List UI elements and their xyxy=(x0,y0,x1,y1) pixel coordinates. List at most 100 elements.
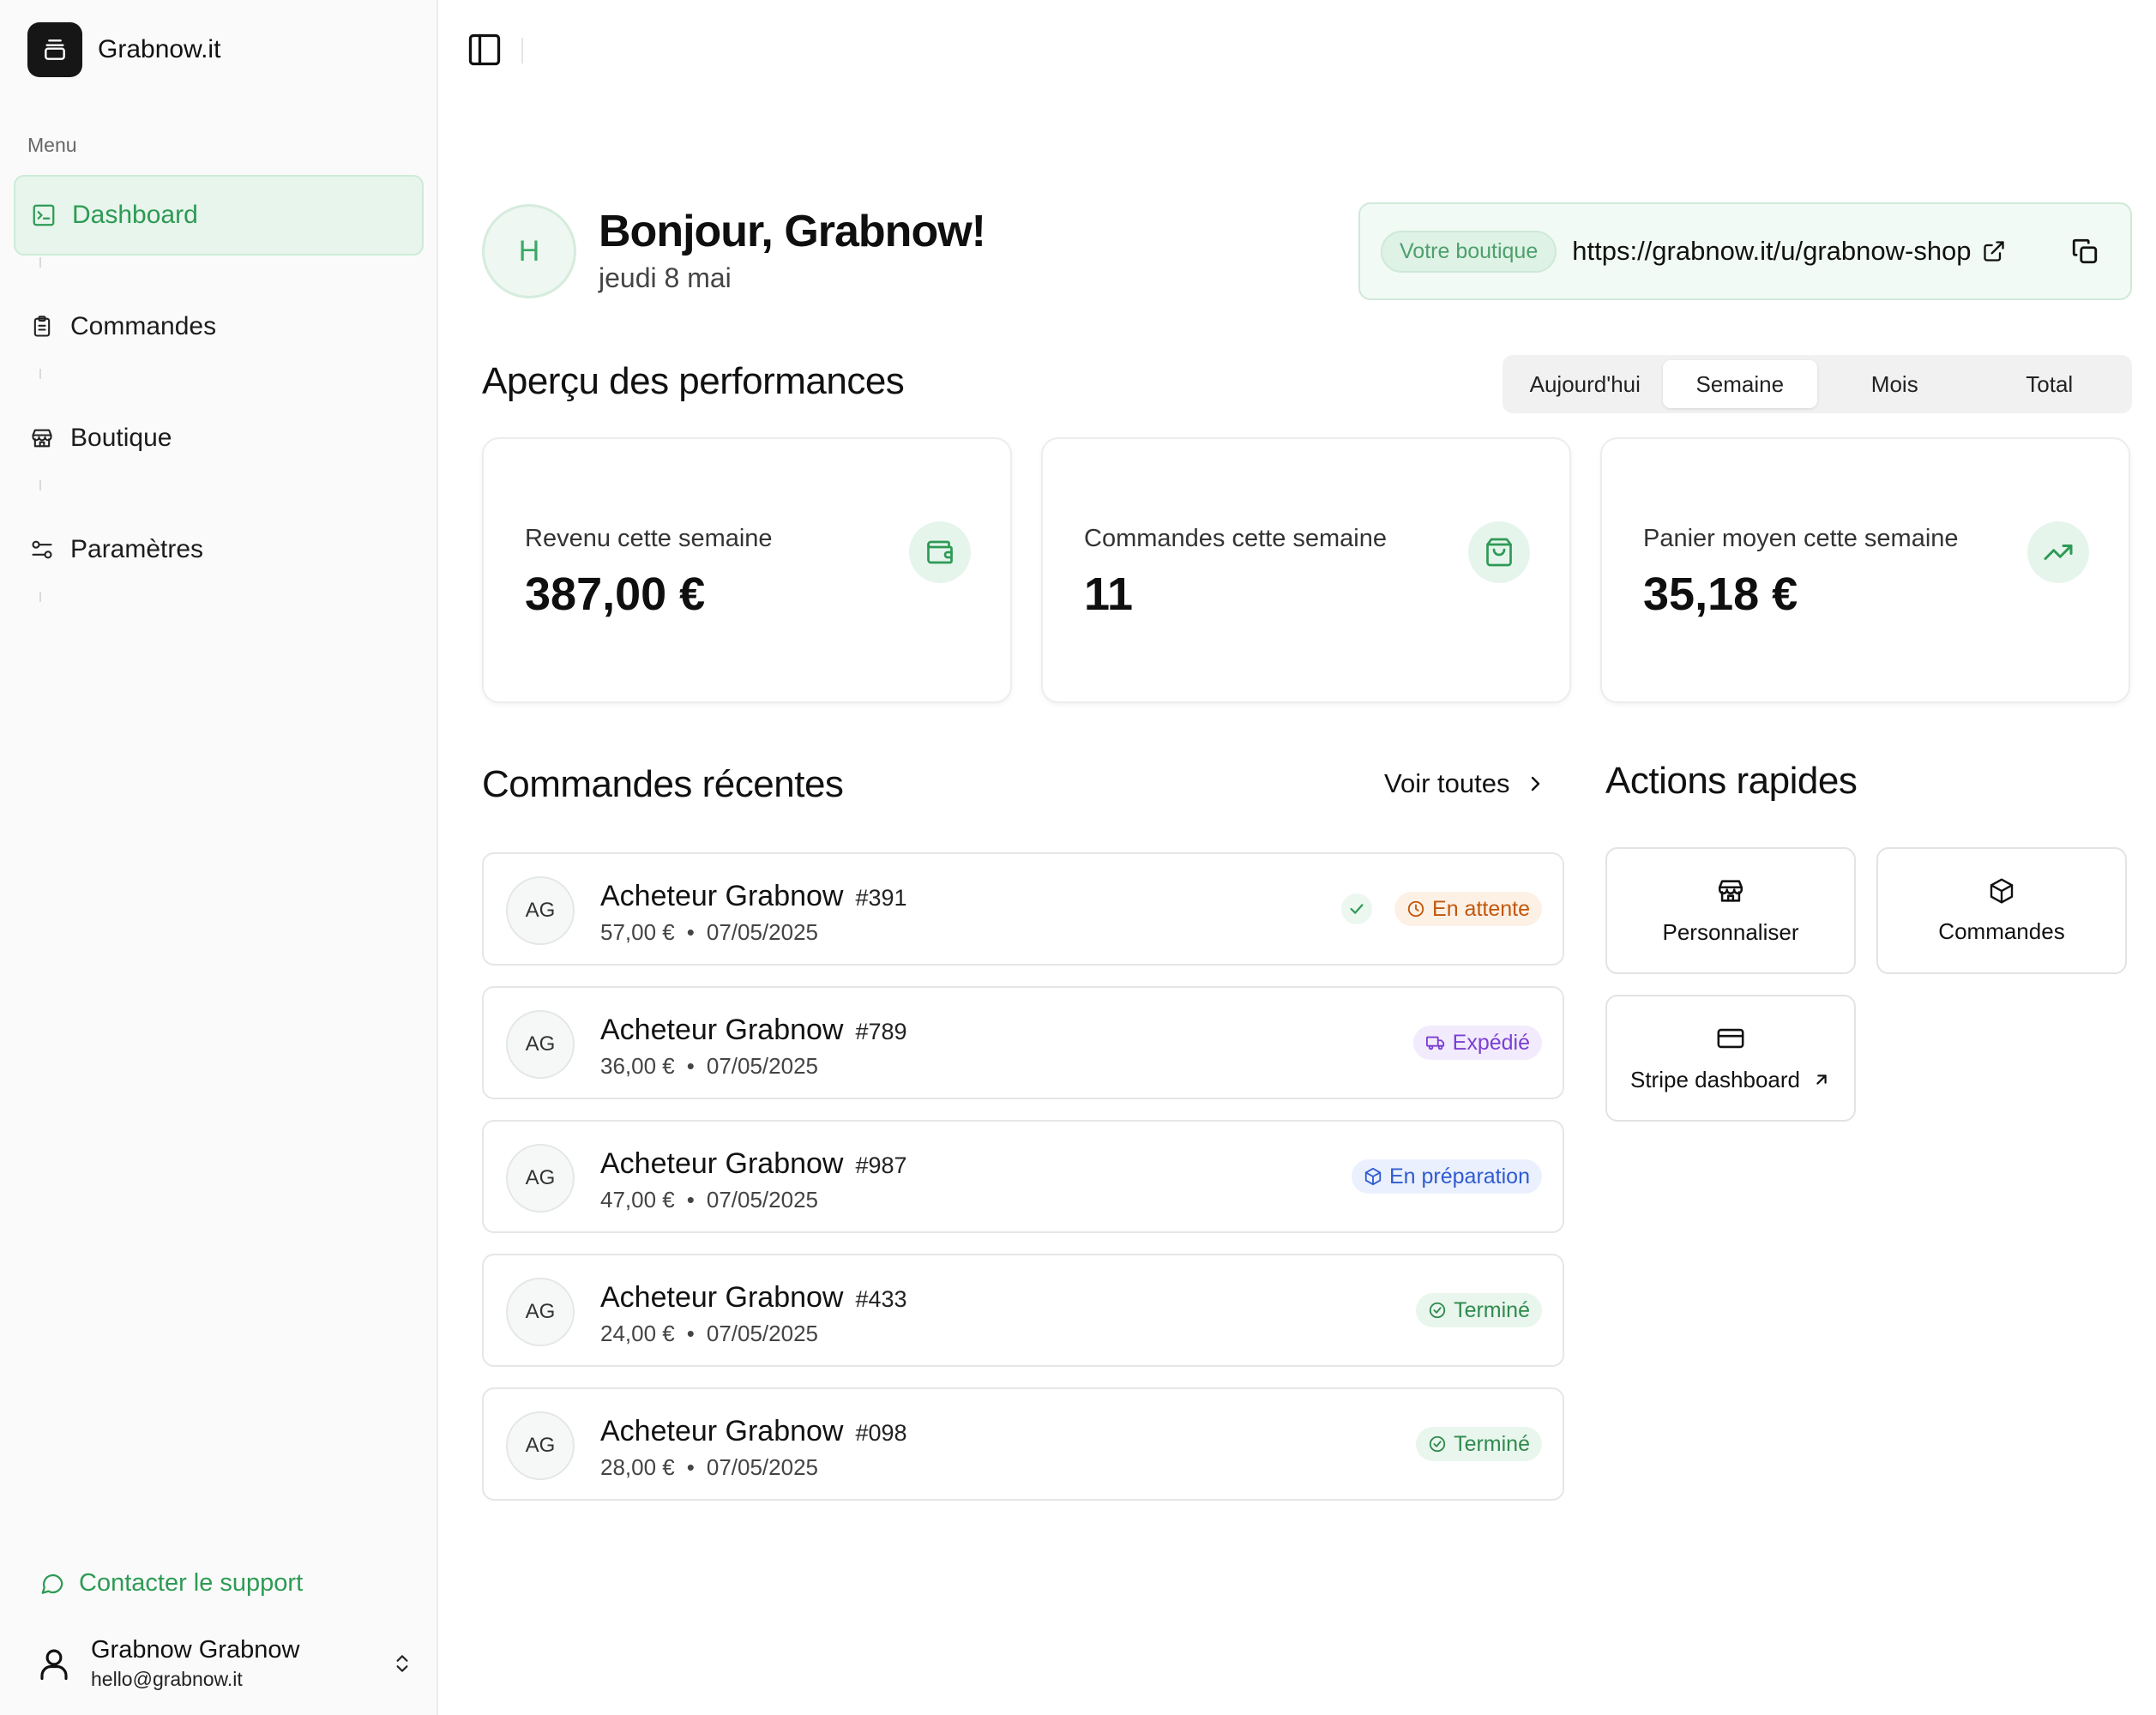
order-meta: 47,00 € • 07/05/2025 xyxy=(600,1187,818,1213)
quick-action-stripe-dashboard[interactable]: Stripe dashboard xyxy=(1605,995,1856,1122)
sidebar-toggle-button[interactable] xyxy=(466,31,503,69)
shop-badge: Votre boutique xyxy=(1381,230,1557,273)
shop-link-card: Votre boutique https://grabnow.it/u/grab… xyxy=(1358,202,2132,300)
performance-title: Aperçu des performances xyxy=(482,360,905,402)
brand-name: Grabnow.it xyxy=(98,35,221,63)
tab-mois[interactable]: Mois xyxy=(1817,360,1972,408)
order-row[interactable]: AG Acheteur Grabnow #987 47,00 € • 07/05/20… xyxy=(482,1120,1564,1233)
quick-action-label: Stripe dashboard xyxy=(1629,1066,1801,1092)
customer-name: Acheteur Grabnow xyxy=(600,1147,844,1180)
stat-card-average-basket: Panier moyen cette semaine 35,18 € xyxy=(1600,437,2130,703)
arrow-up-right-icon xyxy=(1812,1070,1831,1089)
stat-card-revenue: Revenu cette semaine 387,00 € xyxy=(482,437,1012,703)
stat-card-orders: Commandes cette semaine 11 xyxy=(1041,437,1571,703)
order-customer: Acheteur Grabnow #433 xyxy=(600,1281,907,1315)
quick-action-commandes[interactable]: Commandes xyxy=(1876,847,2127,974)
customer-name: Acheteur Grabnow xyxy=(600,1014,844,1046)
separator-dot: • xyxy=(686,919,695,945)
order-id: #391 xyxy=(855,885,907,911)
sidebar-item-boutique[interactable]: Boutique xyxy=(14,398,424,478)
order-row[interactable]: AG Acheteur Grabnow #789 36,00 € • 07/05/20… xyxy=(482,986,1564,1099)
order-amount: 47,00 € xyxy=(600,1187,675,1213)
panel-left-icon xyxy=(466,31,503,69)
current-date: jeudi 8 mai xyxy=(599,262,732,293)
stat-label: Revenu cette semaine xyxy=(525,525,773,552)
sidebar-item-label: Dashboard xyxy=(72,201,198,229)
order-date: 07/05/2025 xyxy=(706,1454,818,1480)
status-badge: En préparation xyxy=(1351,1159,1542,1194)
order-row[interactable]: AG Acheteur Grabnow #391 57,00 € • 07/05/20… xyxy=(482,852,1564,966)
avatar: H xyxy=(482,204,576,298)
external-link-icon[interactable] xyxy=(1982,239,2006,263)
customer-name: Acheteur Grabnow xyxy=(600,880,844,912)
order-amount: 28,00 € xyxy=(600,1454,675,1480)
copy-icon[interactable] xyxy=(2070,237,2099,266)
brand-logo-icon xyxy=(27,22,82,77)
nav-divider xyxy=(39,257,41,268)
status-badge: Expédié xyxy=(1412,1026,1542,1060)
order-row[interactable]: AG Acheteur Grabnow #098 28,00 € • 07/05/20… xyxy=(482,1387,1564,1501)
customer-avatar: AG xyxy=(506,876,575,945)
status-label: En attente xyxy=(1432,896,1530,921)
status-badge: Terminé xyxy=(1416,1293,1542,1327)
quick-action-label: Personnaliser xyxy=(1662,918,1799,945)
order-customer: Acheteur Grabnow #098 xyxy=(600,1415,907,1448)
store-icon xyxy=(29,425,55,451)
period-tabs: Aujourd'hui Semaine Mois Total xyxy=(1503,355,2132,413)
stat-value: 11 xyxy=(1084,569,1134,620)
status-label: Terminé xyxy=(1454,1431,1530,1456)
order-row[interactable]: AG Acheteur Grabnow #433 24,00 € • 07/05/20… xyxy=(482,1254,1564,1367)
clock-icon xyxy=(1406,900,1432,918)
tab-total[interactable]: Total xyxy=(1972,360,2128,408)
sidebar-item-label: Paramètres xyxy=(70,535,204,563)
tab-semaine[interactable]: Semaine xyxy=(1662,360,1817,408)
quick-action-label-row: Stripe dashboard xyxy=(1630,1067,1831,1093)
shop-url-link[interactable]: https://grabnow.it/u/grabnow-shop xyxy=(1572,236,1971,267)
order-id: #987 xyxy=(855,1152,907,1178)
message-circle-icon xyxy=(39,1571,65,1597)
see-all-orders-link[interactable]: Voir toutes xyxy=(1384,768,1545,799)
tab-aujourdhui[interactable]: Aujourd'hui xyxy=(1508,360,1663,408)
check-icon[interactable] xyxy=(1341,894,1372,924)
menu-label: Menu xyxy=(27,134,77,156)
order-id: #433 xyxy=(855,1286,907,1312)
chevrons-up-down-icon[interactable] xyxy=(391,1650,413,1677)
page-title: Bonjour, Grabnow! xyxy=(599,207,986,256)
check-circle-icon xyxy=(1428,1301,1454,1320)
credit-card-icon xyxy=(1716,1024,1745,1053)
order-date: 07/05/2025 xyxy=(706,919,818,945)
user-info: Grabnow Grabnow hello@grabnow.it xyxy=(91,1636,391,1691)
order-meta: 36,00 € • 07/05/2025 xyxy=(600,1053,818,1080)
order-amount: 36,00 € xyxy=(600,1053,675,1079)
customer-name: Acheteur Grabnow xyxy=(600,1415,844,1447)
separator-dot: • xyxy=(686,1454,695,1480)
trending-up-icon xyxy=(2027,521,2089,583)
stat-value: 387,00 € xyxy=(525,569,706,620)
package-icon xyxy=(1988,877,2015,905)
quick-action-personnaliser[interactable]: Personnaliser xyxy=(1605,847,1856,974)
status-label: Terminé xyxy=(1454,1297,1530,1322)
customer-avatar: AG xyxy=(506,1010,575,1079)
clipboard-icon xyxy=(29,314,55,340)
sidebar-item-label: Commandes xyxy=(70,312,217,340)
order-id: #789 xyxy=(855,1019,907,1044)
user-menu[interactable]: Grabnow Grabnow hello@grabnow.it xyxy=(36,1634,413,1694)
recent-orders-title: Commandes récentes xyxy=(482,763,844,805)
sidebar-item-parametres[interactable]: Paramètres xyxy=(14,509,424,590)
order-customer: Acheteur Grabnow #987 xyxy=(600,1147,907,1181)
sidebar-item-commandes[interactable]: Commandes xyxy=(14,286,424,367)
separator-dot: • xyxy=(686,1053,695,1079)
sidebar-item-dashboard[interactable]: Dashboard xyxy=(14,175,424,256)
store-icon xyxy=(1716,876,1745,906)
brand[interactable]: Grabnow.it xyxy=(27,22,220,77)
separator-dot: • xyxy=(686,1321,695,1346)
order-id: #098 xyxy=(855,1420,907,1446)
customer-avatar: AG xyxy=(506,1411,575,1480)
customer-avatar: AG xyxy=(506,1278,575,1346)
customer-name: Acheteur Grabnow xyxy=(600,1281,844,1314)
toolbar-divider xyxy=(521,38,523,63)
order-date: 07/05/2025 xyxy=(706,1321,818,1346)
truck-icon xyxy=(1425,1033,1453,1052)
contact-support-link[interactable]: Contacter le support xyxy=(39,1569,303,1598)
user-icon xyxy=(36,1644,72,1683)
